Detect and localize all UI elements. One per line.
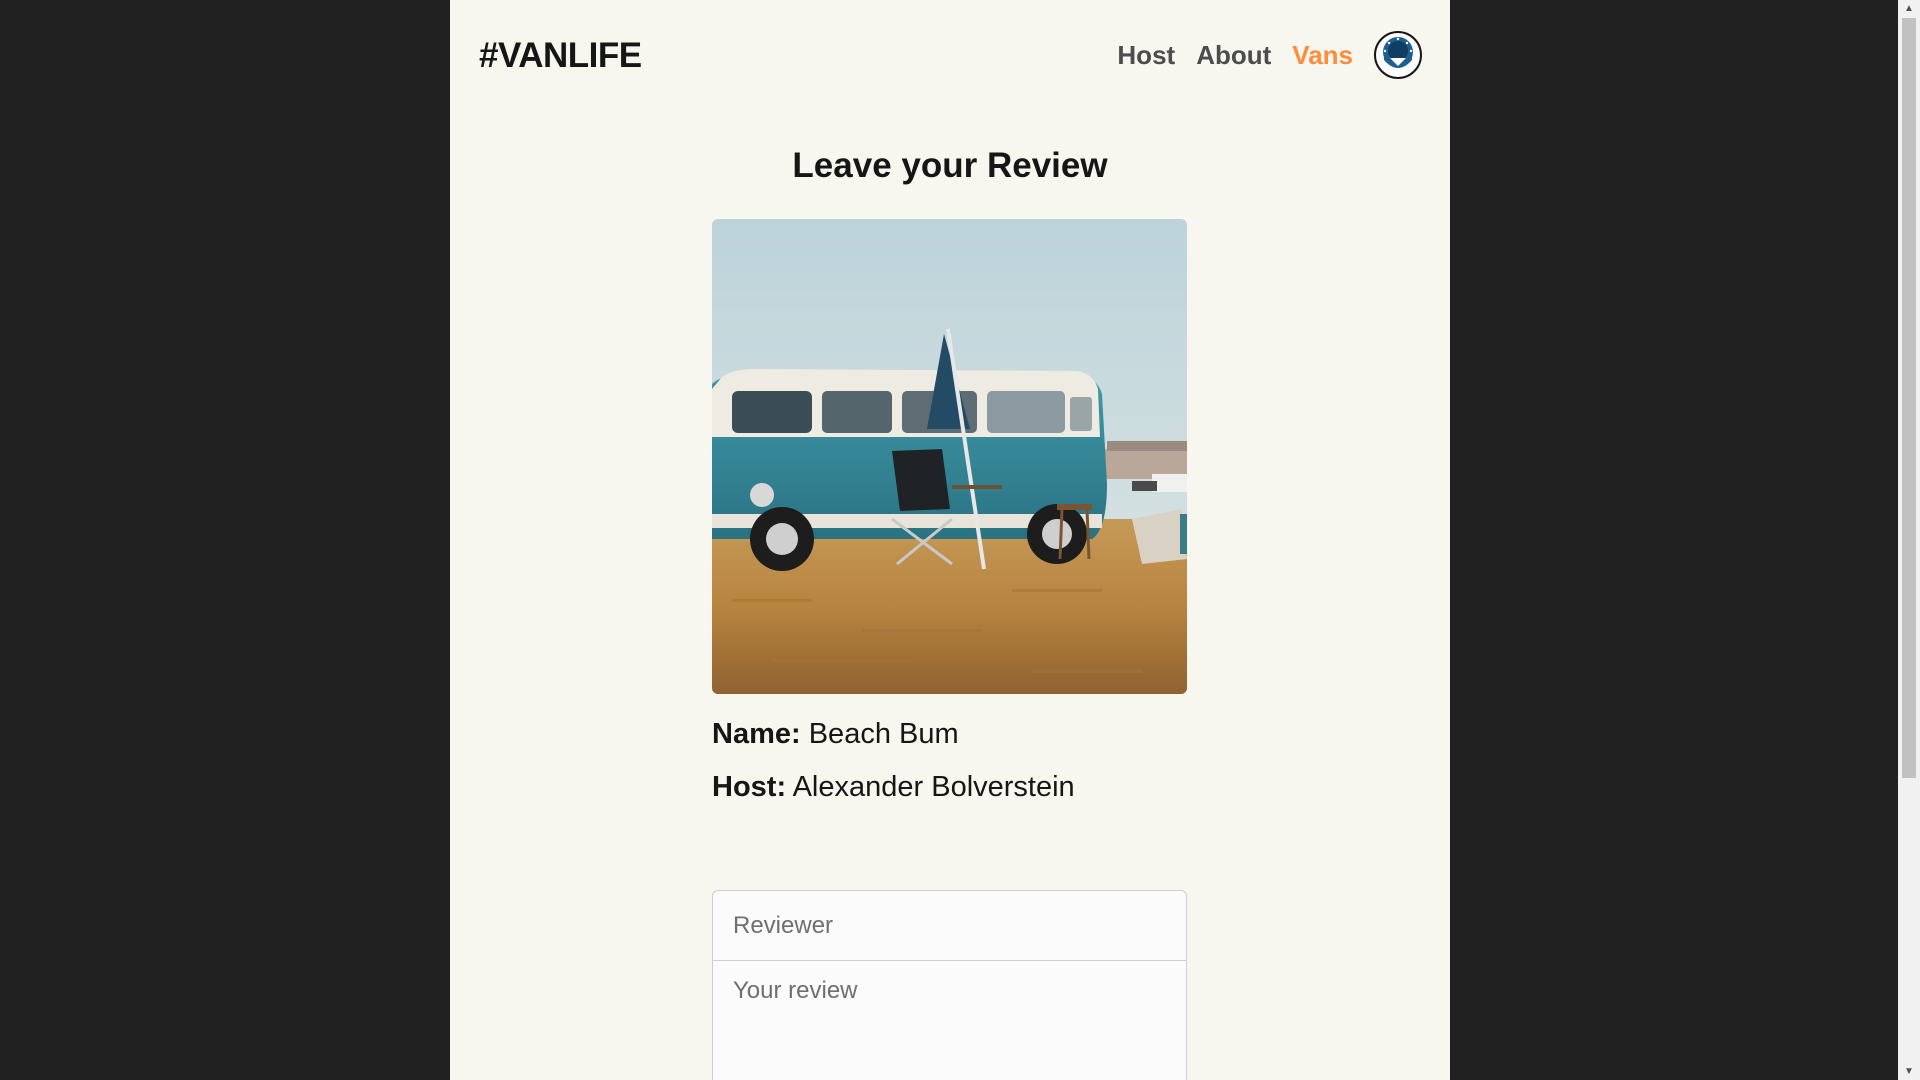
van-host: Host: Alexander Bolverstein (712, 771, 1075, 804)
nav-link-host[interactable]: Host (1117, 40, 1175, 71)
site-logo[interactable]: #VANLIFE (479, 36, 642, 76)
scroll-down-arrow-icon[interactable]: ▼ (1898, 1063, 1920, 1080)
avatar-badge-icon (1377, 34, 1419, 76)
page-scrollbar[interactable]: ▲ ▼ (1898, 0, 1920, 1080)
nav-link-about[interactable]: About (1196, 40, 1271, 71)
van-host-label: Host: (712, 771, 787, 803)
van-name-label: Name: (712, 718, 801, 750)
reviewer-input[interactable] (712, 890, 1187, 961)
page-title: Leave your Review (792, 146, 1108, 185)
van-name-value: Beach Bum (808, 718, 959, 750)
review-form (712, 890, 1187, 1080)
nav-link-vans[interactable]: Vans (1292, 40, 1353, 71)
main-nav: Host About Vans (1117, 31, 1422, 79)
avatar-button[interactable] (1374, 31, 1422, 79)
van-image (712, 219, 1187, 694)
page-container: #VANLIFE Host About Vans Leave your Revi… (450, 0, 1450, 1080)
scroll-up-arrow-icon[interactable]: ▲ (1898, 0, 1920, 17)
van-host-value: Alexander Bolverstein (792, 771, 1075, 803)
scrollbar-thumb[interactable] (1902, 18, 1916, 778)
van-name: Name: Beach Bum (712, 718, 959, 751)
review-textarea[interactable] (712, 961, 1187, 1080)
site-header: #VANLIFE Host About Vans (450, 0, 1450, 116)
van-photo-illustration (712, 219, 1187, 694)
